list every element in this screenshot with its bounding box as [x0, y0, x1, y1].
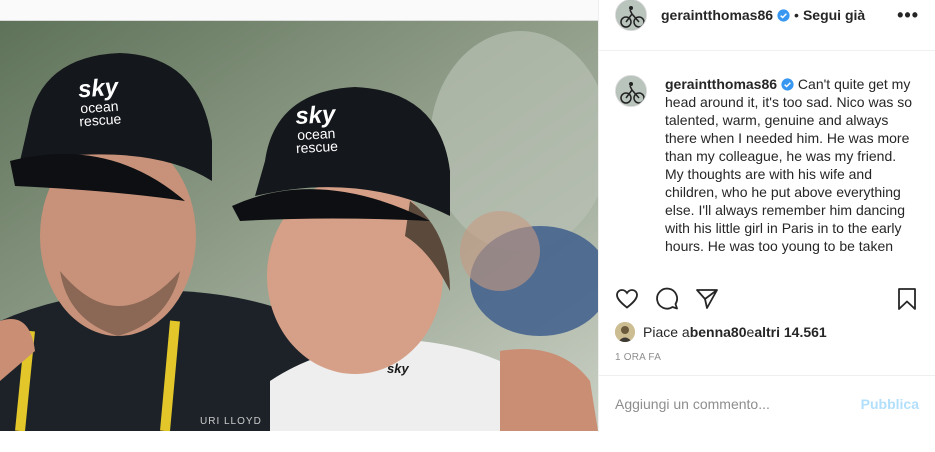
avatar-cyclist-icon — [616, 76, 646, 106]
lanyard-text: URI LLOYD — [200, 416, 262, 427]
more-options-icon[interactable]: ••• — [897, 5, 919, 26]
action-bar — [615, 283, 919, 315]
avatar-cyclist-icon — [616, 0, 646, 30]
caption-body: Can't quite get my head around it, it's … — [665, 76, 913, 254]
caption-username[interactable]: geraintthomas86 — [665, 76, 777, 92]
caption-block: geraintthomas86 Can't quite get my head … — [599, 51, 935, 273]
cap-sub-left: ocean rescue — [78, 97, 122, 130]
publish-button[interactable]: Pubblica — [861, 396, 919, 412]
verified-badge-icon — [781, 78, 794, 91]
verified-badge-icon — [777, 8, 790, 22]
comment-input[interactable] — [615, 396, 861, 412]
shirt-logo: sky — [387, 361, 409, 376]
liker-avatar-image-icon — [615, 322, 635, 342]
likes-others-link[interactable]: altri 14.561 — [754, 324, 826, 340]
post-sidebar: geraintthomas86 • Segui già ••• geraintt… — [598, 0, 935, 432]
avatar[interactable] — [615, 0, 647, 31]
cap-sub-right: ocean rescue — [295, 125, 339, 157]
header-separator: • — [794, 7, 799, 23]
likes-middle: e — [746, 324, 755, 340]
comment-bubble-icon[interactable] — [655, 287, 679, 311]
like-heart-icon[interactable] — [615, 287, 639, 311]
likes-user-link[interactable]: benna80 — [690, 324, 747, 340]
likes-prefix: Piace a — [643, 324, 690, 340]
post-photo[interactable]: sky ocean rescue sky ocean rescue sky UR… — [0, 21, 598, 431]
likes-row: Piace a benna80 e altri 14.561 — [615, 322, 827, 342]
save-bookmark-icon[interactable] — [895, 287, 919, 311]
caption-avatar[interactable] — [615, 75, 647, 107]
post-timestamp[interactable]: 1 ORA FA — [615, 352, 661, 363]
cap-logo-right: sky ocean rescue — [294, 101, 339, 157]
follow-button[interactable]: Segui già — [803, 7, 865, 23]
header-username[interactable]: geraintthomas86 — [661, 7, 773, 23]
cap-logo-left: sky ocean rescue — [76, 74, 122, 130]
comment-bar: Pubblica — [599, 375, 935, 432]
caption-text: geraintthomas86 Can't quite get my head … — [665, 75, 919, 273]
liker-avatar[interactable] — [615, 322, 635, 342]
share-paper-plane-icon[interactable] — [695, 287, 719, 311]
post-header: geraintthomas86 • Segui già ••• — [599, 0, 935, 51]
